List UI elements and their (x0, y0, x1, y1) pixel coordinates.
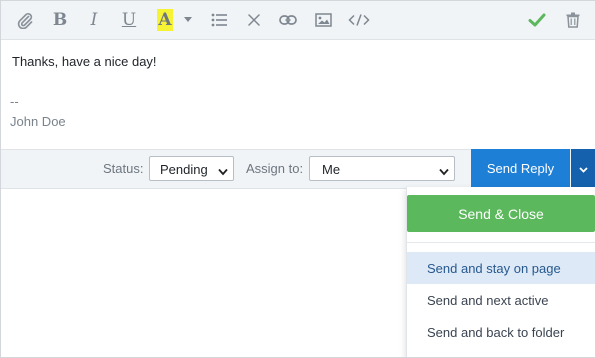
assign-select[interactable]: Me (309, 156, 455, 181)
assign-value: Me (322, 162, 341, 177)
image-icon[interactable] (311, 8, 335, 32)
italic-icon[interactable]: I (82, 8, 106, 32)
status-label: Status: (103, 161, 144, 176)
list-icon[interactable] (207, 8, 231, 32)
signature-name: John Doe (10, 114, 66, 129)
assign-label: Assign to: (246, 161, 304, 176)
send-close-button[interactable]: Send & Close (407, 195, 595, 232)
menu-divider (407, 242, 595, 243)
message-body[interactable]: Thanks, have a nice day! -- John Doe (1, 40, 595, 149)
send-options-toggle[interactable] (571, 149, 595, 188)
menu-item-send-back[interactable]: Send and back to folder (407, 316, 595, 348)
chevron-down-icon (578, 160, 588, 178)
chevron-down-icon (218, 164, 228, 179)
check-icon[interactable] (525, 8, 549, 32)
reply-action-bar: Status: Pending Assign to: Me Send Reply (1, 149, 595, 189)
code-icon[interactable] (345, 8, 373, 32)
menu-item-send-stay[interactable]: Send and stay on page (407, 252, 595, 284)
send-options-menu: Send & Close Send and stay on page Send … (406, 187, 595, 357)
status-select[interactable]: Pending (149, 156, 234, 181)
send-reply-button[interactable]: Send Reply (471, 149, 570, 188)
signature-separator: -- (10, 94, 19, 109)
caret-down-icon[interactable] (181, 8, 195, 32)
message-text: Thanks, have a nice day! (12, 54, 157, 69)
underline-icon[interactable]: U (117, 8, 141, 32)
chevron-down-icon (439, 164, 449, 179)
trash-icon[interactable] (561, 8, 585, 32)
menu-item-send-next[interactable]: Send and next active (407, 284, 595, 316)
clear-format-icon[interactable] (242, 8, 266, 32)
formatting-toolbar: B I U A (1, 1, 595, 40)
bold-icon[interactable]: B (48, 8, 72, 32)
highlight-icon[interactable]: A (153, 8, 177, 32)
link-icon[interactable] (276, 8, 300, 32)
status-value: Pending (160, 162, 208, 177)
reply-editor: B I U A Thanks, have a nice day! -- John… (0, 0, 596, 358)
paperclip-icon[interactable] (13, 8, 37, 32)
